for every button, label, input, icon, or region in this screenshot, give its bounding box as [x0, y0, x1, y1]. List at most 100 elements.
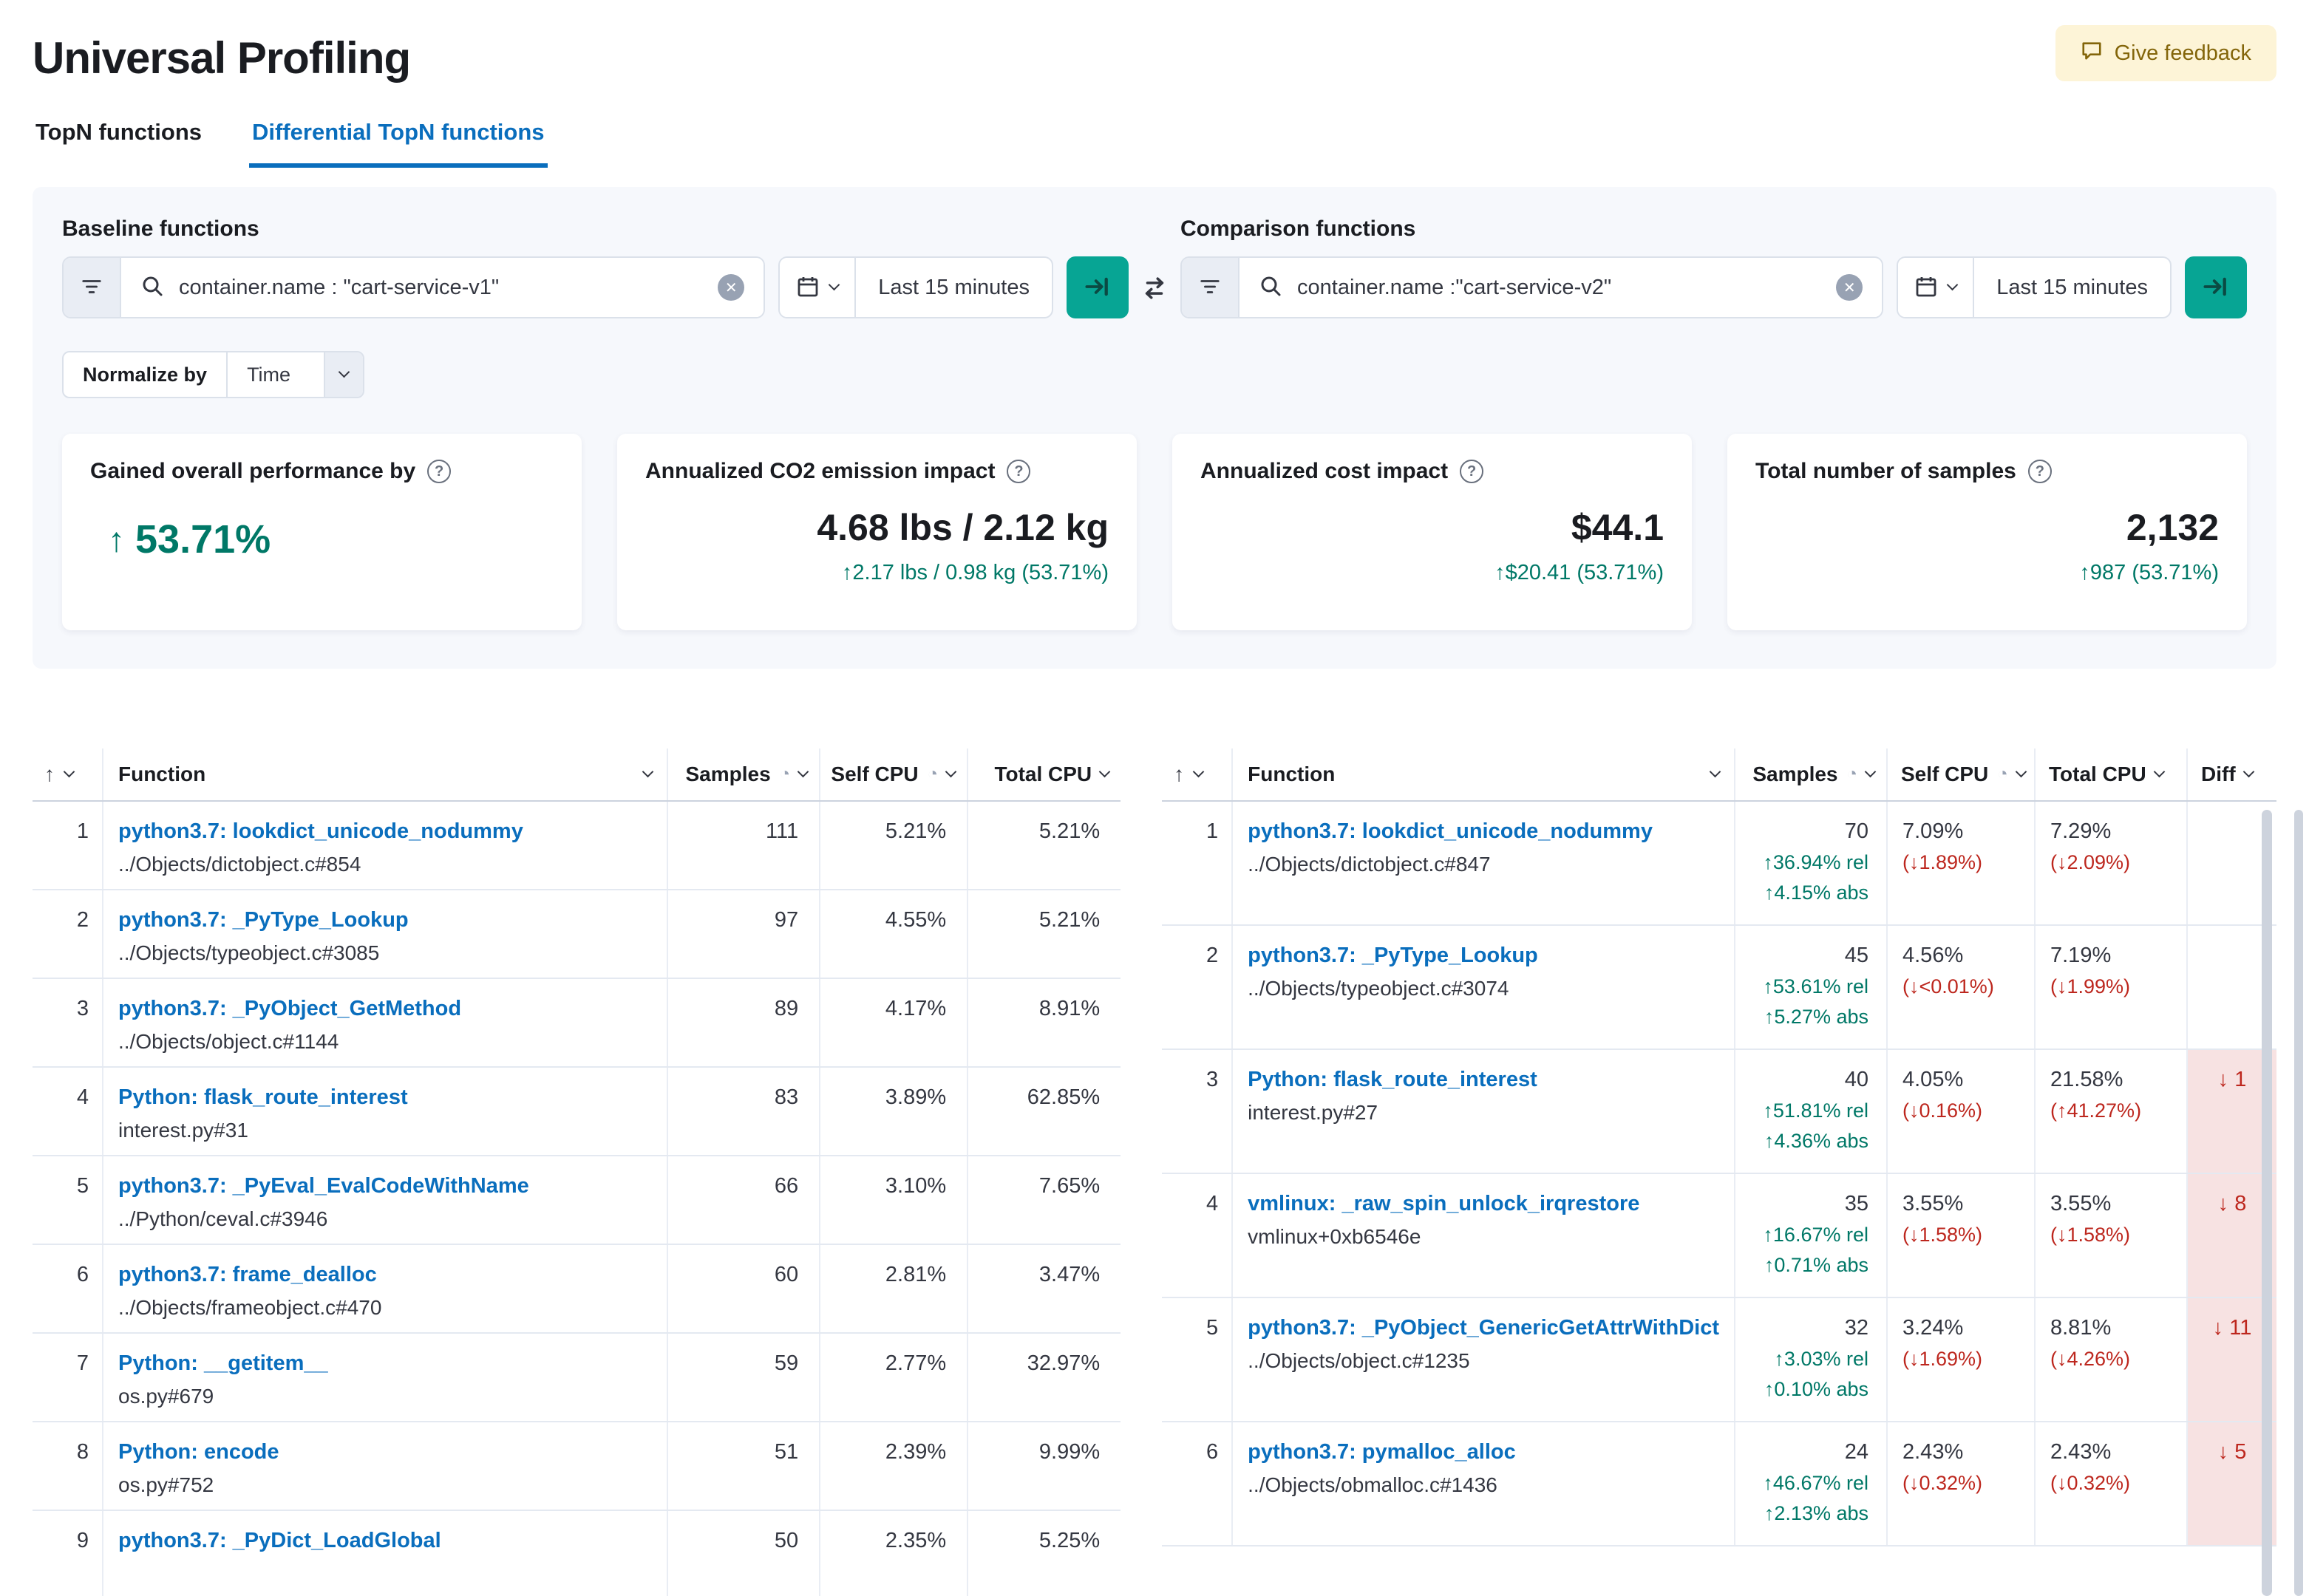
- give-feedback-button[interactable]: Give feedback: [2055, 25, 2276, 81]
- tab-differential-topn-functions[interactable]: Differential TopN functions: [249, 113, 548, 168]
- table-scrollbar[interactable]: [2262, 810, 2272, 1596]
- help-icon[interactable]: ?: [427, 460, 452, 483]
- comparison-time-range[interactable]: Last 15 minutes: [1974, 258, 2170, 317]
- normalize-dropdown-button[interactable]: [324, 352, 364, 397]
- function-link[interactable]: Python: flask_route_interest: [1248, 1050, 1719, 1092]
- table-row[interactable]: 5 python3.7: _PyEval_EvalCodeWithName ../…: [33, 1156, 1121, 1245]
- cost-impact-value: $44.1: [1571, 507, 1664, 548]
- table-row[interactable]: 5 python3.7: _PyObject_GenericGetAttrWit…: [1162, 1298, 2276, 1422]
- table-row[interactable]: 2 python3.7: _PyType_Lookup ../Objects/ty…: [33, 890, 1121, 979]
- function-link[interactable]: python3.7: _PyDict_LoadGlobal: [118, 1511, 652, 1553]
- function-link[interactable]: python3.7: _PyObject_GetMethod: [118, 979, 652, 1021]
- help-icon[interactable]: ?: [1007, 460, 1031, 483]
- self-cpu-value: 3.55%: [1902, 1192, 1964, 1215]
- sort-ascending-icon: ↑: [1174, 763, 1185, 785]
- help-icon[interactable]: ?: [2027, 460, 2052, 483]
- function-column-header[interactable]: Function: [103, 748, 669, 800]
- total-cpu-column-header[interactable]: Total CPU: [968, 748, 1121, 800]
- samples-value: 70: [1844, 819, 1868, 843]
- self-cpu-value: 4.05%: [1902, 1068, 1964, 1091]
- samples-value: 60: [668, 1245, 821, 1332]
- function-location: ../Python/ceval.c#3946: [118, 1207, 328, 1230]
- function-link[interactable]: Python: __getitem__: [118, 1334, 652, 1376]
- baseline-calendar-button[interactable]: [780, 258, 857, 317]
- function-link[interactable]: python3.7: _PyObject_GenericGetAttrWithD…: [1248, 1298, 1719, 1340]
- function-location: ../Objects/frameobject.c#470: [118, 1296, 382, 1319]
- self-cpu-column-header[interactable]: Self CPU ◔: [1888, 748, 2036, 800]
- page-scrollbar[interactable]: [2294, 810, 2303, 1596]
- self-cpu-delta: (↓0.32%): [1902, 1472, 1983, 1494]
- table-row[interactable]: 3 Python: flask_route_interest interest.p…: [1162, 1050, 2276, 1174]
- comparison-filter-button[interactable]: [1182, 258, 1239, 317]
- self-cpu-value: 5.21%: [820, 802, 969, 889]
- cost-impact-card: Annualized cost impact ? $44.1 ↑$20.41 (…: [1172, 434, 1692, 630]
- samples-column-header[interactable]: Samples ◔: [1735, 748, 1888, 800]
- universal-profiling-page: Universal Profiling Give feedback TopN f…: [0, 0, 2309, 1596]
- apply-arrow-icon: [2203, 273, 2229, 302]
- total-cpu-column-header[interactable]: Total CPU: [2036, 748, 2188, 800]
- page-title: Universal Profiling: [33, 33, 411, 83]
- baseline-search-input[interactable]: container.name : "cart-service-v1" ✕: [121, 258, 764, 317]
- samples-value: 59: [668, 1334, 821, 1421]
- summary-cards: Gained overall performance by ? ↑ 53.71%…: [62, 434, 2247, 630]
- function-link[interactable]: vmlinux: _raw_spin_unlock_irqrestore: [1248, 1174, 1719, 1216]
- function-link[interactable]: python3.7: _PyEval_EvalCodeWithName: [118, 1156, 652, 1198]
- function-link[interactable]: Python: flask_route_interest: [118, 1068, 652, 1110]
- function-link[interactable]: python3.7: pymalloc_alloc: [1248, 1422, 1719, 1464]
- comparison-calendar-button[interactable]: [1898, 258, 1975, 317]
- rank-column-header[interactable]: ↑: [33, 748, 103, 800]
- clear-query-icon[interactable]: ✕: [1836, 274, 1863, 301]
- table-row[interactable]: 4 Python: flask_route_interest interest.p…: [33, 1068, 1121, 1156]
- tables-section: ↑ Function Samples ◔ Self CPU ◔ Total CP…: [33, 748, 2276, 1596]
- diff-column-header[interactable]: Diff: [2188, 748, 2276, 800]
- samples-value: 45: [1844, 944, 1868, 967]
- baseline-apply-button[interactable]: [1067, 256, 1129, 318]
- swap-icon[interactable]: [1140, 274, 1169, 306]
- total-cpu-delta: (↓0.32%): [2050, 1472, 2131, 1494]
- function-link[interactable]: python3.7: _PyType_Lookup: [118, 890, 652, 932]
- function-link[interactable]: python3.7: _PyType_Lookup: [1248, 926, 1719, 968]
- samples-rel-delta: ↑16.67% rel: [1763, 1224, 1868, 1246]
- clear-query-icon[interactable]: ✕: [718, 274, 745, 301]
- normalize-by-value[interactable]: Time: [228, 352, 324, 397]
- function-link[interactable]: python3.7: frame_dealloc: [118, 1245, 652, 1287]
- baseline-table-header: ↑ Function Samples ◔ Self CPU ◔ Total CP…: [33, 748, 1121, 802]
- table-row[interactable]: 6 python3.7: frame_dealloc ../Objects/fra…: [33, 1245, 1121, 1334]
- column-info-icon: ◔: [927, 764, 939, 784]
- table-row[interactable]: 8 Python: encode os.py#752 51 2.39% 9.99%: [33, 1422, 1121, 1511]
- chevron-down-icon: [1192, 765, 1205, 778]
- table-row[interactable]: 2 python3.7: _PyType_Lookup ../Objects/ty…: [1162, 926, 2276, 1050]
- comparison-apply-button[interactable]: [2185, 256, 2247, 318]
- function-link[interactable]: python3.7: lookdict_unicode_nodummy: [118, 802, 652, 844]
- samples-abs-delta: ↑0.71% abs: [1764, 1254, 1868, 1276]
- self-cpu-value: 3.24%: [1902, 1316, 1964, 1340]
- function-location: ../Objects/typeobject.c#3085: [118, 941, 380, 964]
- table-row[interactable]: 1 python3.7: lookdict_unicode_nodummy ../…: [33, 802, 1121, 890]
- table-row[interactable]: 3 python3.7: _PyObject_GetMethod ../Objec…: [33, 979, 1121, 1068]
- tab-topn-functions[interactable]: TopN functions: [33, 113, 205, 168]
- chevron-down-icon: [63, 765, 75, 778]
- help-icon[interactable]: ?: [1460, 460, 1484, 483]
- function-column-header[interactable]: Function: [1233, 748, 1735, 800]
- comparison-search-input[interactable]: container.name :"cart-service-v2" ✕: [1239, 258, 1883, 317]
- baseline-filter-button[interactable]: [64, 258, 121, 317]
- chevron-down-icon: [945, 765, 957, 778]
- comparison-filter-block: Comparison functions container.name:"ca…: [1180, 216, 2247, 318]
- samples-abs-delta: ↑5.27% abs: [1764, 1006, 1868, 1028]
- self-cpu-column-header[interactable]: Self CPU ◔: [820, 748, 969, 800]
- co2-impact-card: Annualized CO2 emission impact ? 4.68 lb…: [617, 434, 1137, 630]
- rank-column-header[interactable]: ↑: [1162, 748, 1234, 800]
- normalize-by-label: Normalize by: [64, 352, 228, 397]
- baseline-time-range[interactable]: Last 15 minutes: [856, 258, 1052, 317]
- function-link[interactable]: Python: encode: [118, 1422, 652, 1464]
- table-row[interactable]: 7 Python: __getitem__ os.py#679 59 2.77% …: [33, 1334, 1121, 1422]
- samples-column-header[interactable]: Samples ◔: [668, 748, 821, 800]
- table-row[interactable]: 6 python3.7: pymalloc_alloc ../Objects/ob…: [1162, 1422, 2276, 1546]
- table-row[interactable]: 1 python3.7: lookdict_unicode_nodummy ../…: [1162, 802, 2276, 926]
- column-info-icon: ◔: [1846, 764, 1858, 784]
- table-row[interactable]: 9 python3.7: _PyDict_LoadGlobal 50 2.35%…: [33, 1511, 1121, 1596]
- search-icon: [1259, 274, 1282, 301]
- function-link[interactable]: python3.7: lookdict_unicode_nodummy: [1248, 802, 1719, 844]
- table-row[interactable]: 4 vmlinux: _raw_spin_unlock_irqrestore vm…: [1162, 1174, 2276, 1298]
- total-cpu-value: 62.85%: [1027, 1085, 1101, 1109]
